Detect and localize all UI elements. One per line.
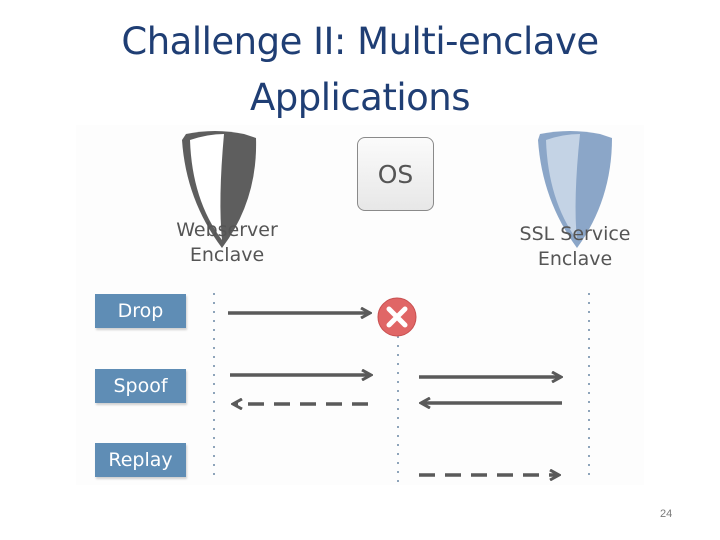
ssl-enclave-label: SSL Service Enclave <box>505 222 645 272</box>
attack-label-spoof-text: Spoof <box>113 375 168 397</box>
ssl-enclave-label-line-1: SSL Service <box>519 223 631 245</box>
attack-label-drop-text: Drop <box>117 300 164 322</box>
ssl-enclave-label-line-2: Enclave <box>537 248 613 270</box>
webserver-enclave-label-line-2: Enclave <box>189 244 265 266</box>
attack-label-drop: Drop <box>95 294 186 328</box>
os-box: OS <box>357 137 434 211</box>
webserver-enclave-label: Webserver Enclave <box>162 218 292 268</box>
webserver-enclave-label-line-1: Webserver <box>176 219 278 241</box>
blocked-icon <box>377 297 417 337</box>
attack-label-spoof: Spoof <box>95 369 186 403</box>
page-number: 24 <box>660 508 673 520</box>
os-label: OS <box>377 159 414 189</box>
attack-label-replay: Replay <box>95 443 186 477</box>
attack-label-replay-text: Replay <box>108 449 173 471</box>
